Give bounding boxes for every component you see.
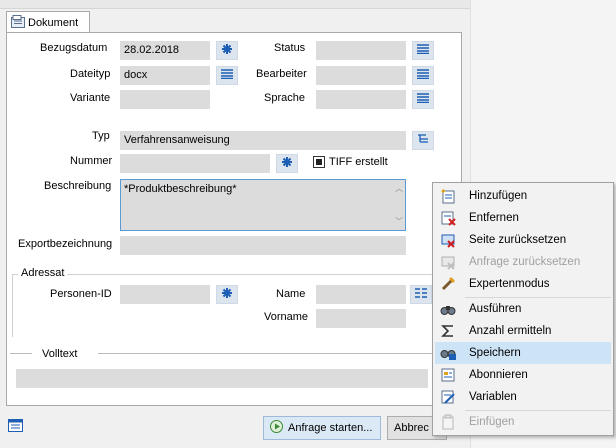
volltext-field[interactable] [16,369,428,388]
scroll-down-icon[interactable]: ﹀ [395,216,403,227]
dateityp-label: Dateityp [70,68,111,80]
menu-item-label: Anzahl ermitteln [469,325,552,337]
name-field[interactable] [316,285,406,304]
typ-label: Typ [92,130,110,142]
menu-item-hinzufuegen[interactable]: ✦ Hinzufügen [435,185,611,207]
sprache-label: Sprache [264,92,305,104]
list-icon [417,44,429,57]
variante-label: Variante [70,92,111,104]
variables-icon [435,389,461,405]
menu-item-seite-zuruecksetzen[interactable]: Seite zurücksetzen [435,229,611,251]
play-icon [270,420,283,436]
paste-icon [435,414,461,430]
bearbeiter-label: Bearbeiter [256,68,307,80]
typ-field[interactable]: Verfahrensanweisung [120,131,406,150]
beschreibung-text: *Produktbeschreibung* [124,183,237,195]
anfrage-starten-label: Anfrage starten... [288,422,373,434]
status-label: Status [274,42,306,54]
sprache-list-button[interactable] [412,90,434,109]
beschreibung-textarea[interactable]: *Produktbeschreibung* ︿ ﹀ [120,179,406,231]
name-label: Name [276,288,306,300]
tree-icon [417,134,429,147]
exportbezeichnung-field[interactable] [120,236,406,255]
svg-text:✦: ✦ [440,188,447,196]
personen-id-button[interactable] [216,285,238,304]
vorname-label: Vorname [264,311,309,323]
abbrechen-label: Abbrec [394,422,429,434]
sprache-field[interactable] [316,90,406,109]
menu-item-entfernen[interactable]: Entfernen [435,207,611,229]
bezugsdatum-button[interactable] [216,41,238,60]
save-query-icon [435,346,461,360]
volltext-rule-left [10,353,32,354]
menu-item-variablen[interactable]: Variablen [435,386,611,408]
status-list-button[interactable] [412,41,434,60]
expert-mode-icon [435,276,461,292]
menu-item-abonnieren[interactable]: Abonnieren [435,364,611,386]
personen-id-field[interactable] [120,285,210,304]
tab-label: Dokument [28,16,79,29]
anfrage-starten-button[interactable]: Anfrage starten... [263,416,381,440]
dateityp-field[interactable]: docx [120,66,210,85]
volltext-legend: Volltext [42,348,78,360]
nummer-label: Nummer [70,155,113,167]
context-menu: ✦ Hinzufügen Entfernen Seite zurücksetze… [432,182,614,436]
adressat-legend: Adressat [18,267,68,279]
volltext-rule-right [98,353,438,354]
menu-item-label: Speichern [469,347,521,359]
list-icon [221,69,233,82]
sum-icon [435,324,461,338]
menu-item-label: Entfernen [469,212,519,224]
menu-item-label: Hinzufügen [469,190,528,202]
list-icon [417,69,429,82]
menu-item-label: Variablen [469,391,517,403]
menu-item-anzahl-ermitteln[interactable]: Anzahl ermitteln [435,320,611,342]
menu-item-anfrage-zuruecksetzen[interactable]: Anfrage zurücksetzen [435,251,611,273]
tab-dokument[interactable]: Dokument [6,11,90,33]
checkbox-indeterminate-mark [316,159,322,165]
menu-item-label: Seite zurücksetzen [469,234,567,246]
remove-record-icon [435,210,461,226]
nummer-field[interactable] [120,154,270,173]
bearbeiter-field[interactable] [316,66,406,85]
reset-query-icon [435,254,461,270]
menu-item-speichern[interactable]: Speichern [435,342,611,364]
menu-item-label: Expertenmodus [469,278,550,290]
beschreibung-label: Beschreibung [44,180,112,192]
form-view-button[interactable] [6,418,24,436]
binoculars-icon [435,302,461,316]
scroll-up-icon[interactable]: ︿ [395,183,403,194]
menu-item-expertenmodus[interactable]: Expertenmodus [435,273,611,295]
menu-item-label: Anfrage zurücksetzen [469,256,581,268]
document-tab-icon [11,14,25,31]
vorname-field[interactable] [316,309,406,328]
form-view-icon [7,419,23,435]
menu-item-label: Einfügen [469,416,515,428]
status-field[interactable] [316,41,406,60]
dateityp-list-button[interactable] [216,66,238,85]
menu-item-einfuegen[interactable]: Einfügen [435,411,611,433]
reset-page-icon [435,232,461,248]
menu-item-ausfuehren[interactable]: Ausführen [435,298,611,320]
bezugsdatum-label: Bezugsdatum [40,42,108,54]
menu-item-label: Abonnieren [469,369,528,381]
bearbeiter-list-button[interactable] [412,66,434,85]
bezugsdatum-field[interactable]: 28.02.2018 [120,41,210,60]
wildcard-icon [221,43,233,58]
menu-item-label: Ausführen [469,303,522,315]
multilist-icon [415,288,427,301]
tiff-label: TIFF erstellt [329,156,388,168]
subscribe-icon [435,367,461,383]
variante-field[interactable] [120,90,210,109]
name-list-button[interactable] [410,285,432,304]
nummer-button[interactable] [276,154,298,173]
wildcard-icon [281,156,293,171]
list-icon [417,93,429,106]
typ-tree-button[interactable] [412,131,434,150]
personen-id-label: Personen-ID [50,288,112,300]
tiff-checkbox[interactable] [313,156,325,168]
exportbezeichnung-label: Exportbezeichnung [18,238,113,250]
add-record-icon: ✦ [435,188,461,204]
wildcard-icon [221,287,233,302]
